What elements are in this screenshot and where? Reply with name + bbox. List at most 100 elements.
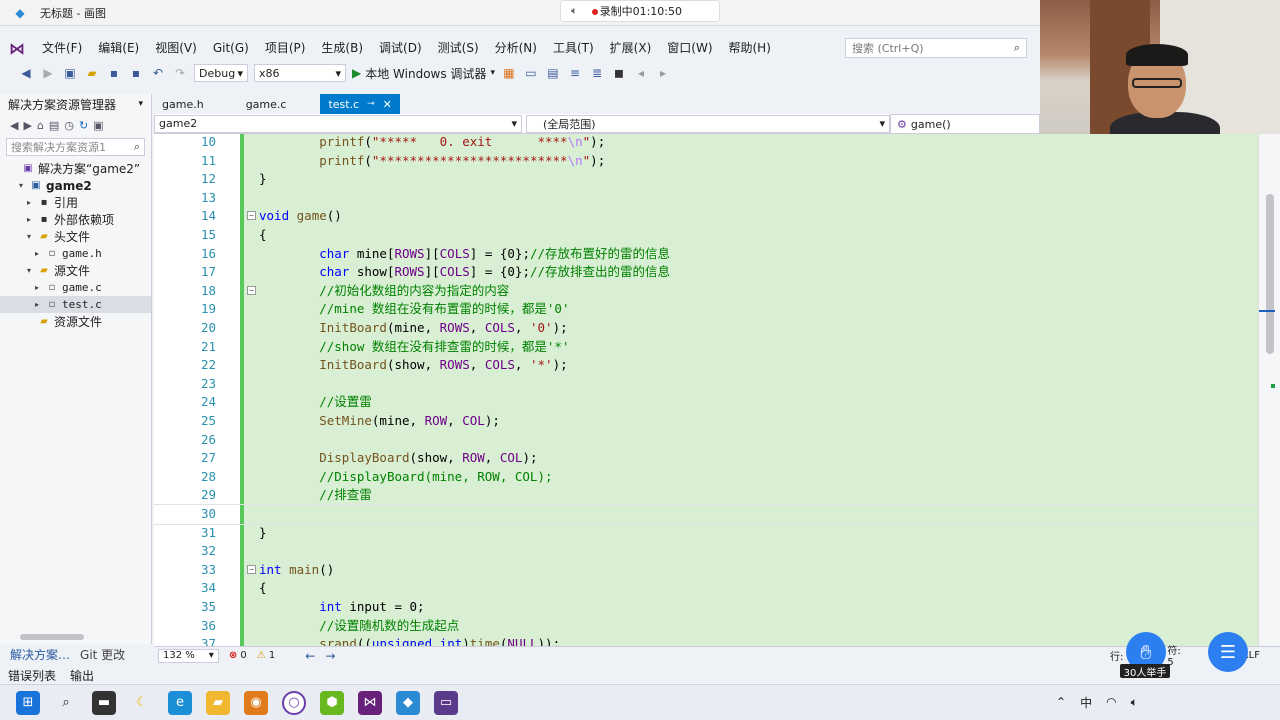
menu-extensions[interactable]: 扩展(X) bbox=[602, 36, 660, 60]
code-line[interactable]: 31} bbox=[154, 524, 1258, 543]
screenshot-icon[interactable]: ▭ bbox=[523, 65, 539, 81]
code-line[interactable]: 37 srand((unsigned int)time(NULL)); bbox=[154, 635, 1258, 646]
menu-file[interactable]: 文件(F) bbox=[34, 36, 90, 60]
code-line[interactable]: 18 − //初始化数组的内容为指定的内容 bbox=[154, 282, 1258, 301]
expanded-arrow-icon[interactable]: ▾ bbox=[24, 266, 34, 275]
configuration-select[interactable]: Debug ▾ bbox=[194, 64, 248, 82]
search-input[interactable]: 搜索 (Ctrl+Q) ⌕ bbox=[845, 38, 1027, 58]
code-line[interactable]: 11 printf("*************************\n")… bbox=[154, 152, 1258, 171]
menu-view[interactable]: 视图(V) bbox=[147, 36, 205, 60]
collapse-all-icon[interactable]: ▣ bbox=[93, 119, 103, 132]
code-line[interactable]: 33 − int main() bbox=[154, 561, 1258, 580]
code-line[interactable]: 34 { bbox=[154, 579, 1258, 598]
bookmark-icon[interactable]: ◼ bbox=[611, 65, 627, 81]
tree-node[interactable]: ▸ ▪ 引用 bbox=[0, 194, 151, 211]
solution-search-input[interactable]: 搜索解决方案资源1 ⌕ bbox=[6, 138, 145, 156]
back-icon[interactable]: ◀ bbox=[18, 65, 34, 81]
outdent-icon[interactable]: ≣ bbox=[589, 65, 605, 81]
paint-app-icon[interactable]: ◆ bbox=[396, 690, 420, 715]
visual-studio-icon[interactable]: ⋈ bbox=[358, 690, 382, 715]
speaker-icon[interactable]: 🔈︎ bbox=[571, 4, 578, 18]
code-line[interactable]: 16 char mine[ROWS][COLS] = {0};//存放布置好的雷… bbox=[154, 245, 1258, 264]
menu-edit[interactable]: 编辑(E) bbox=[90, 36, 147, 60]
start-debugging-button[interactable]: ▶ 本地 Windows 调试器 ▾ bbox=[352, 65, 495, 82]
history-icon[interactable]: ◷ bbox=[64, 119, 74, 132]
oven-app-icon[interactable]: ◉ bbox=[244, 690, 268, 715]
menu-window[interactable]: 窗口(W) bbox=[659, 36, 720, 60]
undo-icon[interactable]: ↶ bbox=[150, 65, 166, 81]
code-line[interactable]: 21 //show 数组在没有排查雷的时候，都是'*' bbox=[154, 338, 1258, 357]
tab-test-c[interactable]: test.c ⊸ ✕ bbox=[320, 94, 400, 114]
tab-game-h[interactable]: game.h bbox=[154, 94, 212, 114]
ime-indicator[interactable]: 中 bbox=[1080, 694, 1092, 711]
code-line[interactable]: 24 //设置雷 bbox=[154, 393, 1258, 412]
tab-game-c[interactable]: game.c bbox=[238, 94, 295, 114]
back-icon[interactable]: ◀ bbox=[10, 119, 18, 132]
tree-node[interactable]: ▸ ▫ test.c bbox=[0, 296, 151, 313]
project-select[interactable]: game2 ▾ bbox=[154, 114, 522, 133]
menu-help[interactable]: 帮助(H) bbox=[721, 36, 779, 60]
code-line[interactable]: 36 //设置随机数的生成起点 bbox=[154, 617, 1258, 636]
scope-select[interactable]: (全局范围) ▾ bbox=[526, 114, 890, 133]
diagnostics-icon[interactable]: ▤ bbox=[545, 65, 561, 81]
volume-icon[interactable]: 🔈︎ bbox=[1131, 695, 1138, 710]
chat-button[interactable]: ☰ bbox=[1208, 632, 1248, 672]
indent-icon[interactable]: ≡ bbox=[567, 65, 583, 81]
errors-indicator[interactable]: ⊗ 0 bbox=[229, 650, 247, 661]
vertical-scrollbar[interactable] bbox=[1258, 134, 1280, 646]
bookmark-prev-icon[interactable]: ◂ bbox=[633, 65, 649, 81]
save-icon[interactable]: ▪ bbox=[106, 65, 122, 81]
forward-icon[interactable]: ▶ bbox=[40, 65, 56, 81]
code-line[interactable]: 23 bbox=[154, 375, 1258, 394]
sync-icon[interactable]: ↻ bbox=[79, 119, 88, 132]
fold-collapse-icon[interactable]: − bbox=[247, 564, 256, 574]
new-item-icon[interactable]: ▣ bbox=[62, 65, 78, 81]
tab-git-changes[interactable]: Git 更改 bbox=[80, 646, 125, 663]
member-select[interactable]: ⚙ game() bbox=[890, 114, 1040, 134]
code-line[interactable]: 26 bbox=[154, 431, 1258, 450]
collapsed-arrow-icon[interactable]: ▸ bbox=[32, 300, 42, 309]
code-line[interactable]: 32 bbox=[154, 542, 1258, 561]
zoom-select[interactable]: 132 % ▾ bbox=[158, 648, 219, 663]
nav-back-icon[interactable]: ← bbox=[305, 649, 315, 663]
home-icon[interactable]: ⌂ bbox=[37, 119, 44, 132]
terminal-icon[interactable]: ▭ bbox=[434, 690, 458, 715]
wifi-icon[interactable]: ◠ bbox=[1106, 695, 1116, 709]
tree-node[interactable]: ▸ ▫ game.c bbox=[0, 279, 151, 296]
code-line[interactable]: 22 InitBoard(show, ROWS, COLS, '*'); bbox=[154, 356, 1258, 375]
tree-node[interactable]: ▸ ▪ 外部依赖项 bbox=[0, 211, 151, 228]
code-line[interactable]: 13 bbox=[154, 189, 1258, 208]
collapsed-arrow-icon[interactable]: ▸ bbox=[24, 215, 34, 224]
expanded-arrow-icon[interactable]: ▾ bbox=[16, 181, 26, 190]
chevron-down-icon[interactable]: ▾ bbox=[138, 99, 143, 109]
task-view-icon[interactable]: ▬ bbox=[92, 690, 116, 715]
code-line[interactable]: 27 DisplayBoard(show, ROW, COL); bbox=[154, 449, 1258, 468]
edge-browser-icon[interactable]: e bbox=[168, 690, 192, 715]
nav-forward-icon[interactable]: → bbox=[325, 649, 335, 663]
windows-start-icon[interactable]: ⊞ bbox=[16, 690, 40, 715]
code-line[interactable]: 17 char show[ROWS][COLS] = {0};//存放排查出的雷… bbox=[154, 263, 1258, 282]
warnings-indicator[interactable]: ⚠ 1 bbox=[257, 650, 276, 661]
collapsed-arrow-icon[interactable]: ▸ bbox=[32, 249, 42, 258]
collapsed-arrow-icon[interactable]: ▸ bbox=[24, 198, 34, 207]
code-line[interactable]: 10 printf("***** 0. exit ****\n"); bbox=[154, 134, 1258, 152]
code-line[interactable]: 29 //排查雷 bbox=[154, 486, 1258, 505]
banana-app-icon[interactable]: ☾ bbox=[130, 691, 154, 715]
tab-solution-explorer[interactable]: 解决方案… bbox=[10, 646, 70, 663]
menu-build[interactable]: 生成(B) bbox=[313, 36, 371, 60]
expanded-arrow-icon[interactable]: ▾ bbox=[24, 232, 34, 241]
code-line[interactable]: 20 InitBoard(mine, ROWS, COLS, '0'); bbox=[154, 319, 1258, 338]
platform-select[interactable]: x86 ▾ bbox=[254, 64, 346, 82]
code-line[interactable]: 14 − void game() bbox=[154, 207, 1258, 226]
menu-project[interactable]: 项目(P) bbox=[257, 36, 314, 60]
tree-node[interactable]: ▾ ▰ 头文件 bbox=[0, 228, 151, 245]
code-line[interactable]: 19 //mine 数组在没有布置雷的时候，都是'0' bbox=[154, 300, 1258, 319]
chrome-browser-icon[interactable]: ○ bbox=[282, 690, 306, 715]
close-icon[interactable]: ✕ bbox=[383, 98, 392, 111]
switch-views-icon[interactable]: ▤ bbox=[49, 119, 59, 132]
collapsed-arrow-icon[interactable]: ▸ bbox=[32, 283, 42, 292]
tree-node[interactable]: ▾ ▣ game2 bbox=[0, 177, 151, 194]
tree-node[interactable]: ▸ ▫ game.h bbox=[0, 245, 151, 262]
scrollbar-thumb[interactable] bbox=[1266, 194, 1274, 354]
code-line[interactable]: 28 //DisplayBoard(mine, ROW, COL); bbox=[154, 468, 1258, 487]
